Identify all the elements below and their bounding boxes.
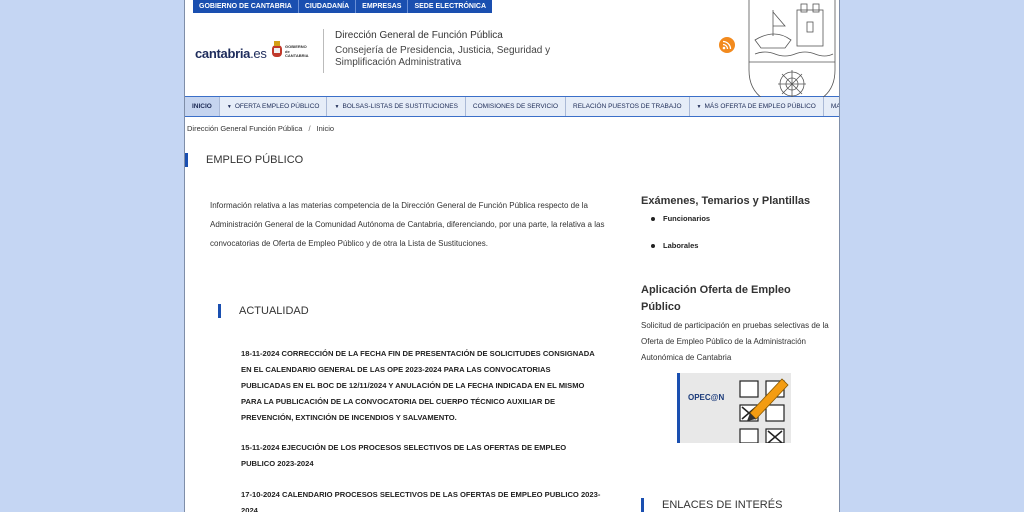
news-item[interactable]: 18-11-2024 CORRECCIÓN DE LA FECHA FIN DE… xyxy=(241,346,601,426)
nav-inicio[interactable]: INICIO xyxy=(185,97,220,116)
bullet-icon xyxy=(651,243,655,248)
breadcrumb-current: Inicio xyxy=(316,124,335,133)
nav-oferta-empleo[interactable]: ▼ OFERTA EMPLEO PÚBLICO xyxy=(220,97,328,116)
opecan-label: OPEC@N xyxy=(688,393,725,402)
header-subtitle: Consejería de Presidencia, Justicia, Seg… xyxy=(335,45,551,68)
opecan-banner[interactable]: OPEC@N xyxy=(677,373,791,443)
cantabria-logo[interactable]: cantabria.es xyxy=(195,46,267,61)
enlaces-heading: ENLACES DE INTERÉS xyxy=(641,498,782,512)
page-container: GOBIERNO DE CANTABRIA CIUDADANÍA EMPRESA… xyxy=(184,0,840,512)
topnav-gobierno[interactable]: GOBIERNO DE CANTABRIA xyxy=(193,0,299,13)
main-nav: INICIO ▼ OFERTA EMPLEO PÚBLICO ▼ BOLSAS-LI… xyxy=(185,97,839,117)
header-divider xyxy=(323,29,324,73)
caret-down-icon: ▼ xyxy=(334,103,340,110)
government-seal-icon xyxy=(272,41,282,57)
intro-text: Información relativa a las materias comp… xyxy=(210,201,605,248)
topnav-empresas[interactable]: EMPRESAS xyxy=(356,0,409,13)
exam-item-laborales[interactable]: Laborales xyxy=(651,239,710,252)
actualidad-heading: ACTUALIDAD xyxy=(218,304,309,318)
topnav-ciudadania[interactable]: CIUDADANÍA xyxy=(299,0,357,13)
nav-comisiones[interactable]: COMISIONES DE SERVICIO xyxy=(466,97,567,116)
nav-mas-oferta[interactable]: ▼ MÁS OFERTA DE EMPLEO PÚBLICO xyxy=(690,97,824,116)
nav-bolsas-listas[interactable]: ▼ BOLSAS-LISTAS DE SUSTITUCIONES xyxy=(327,97,466,116)
exam-item-funcionarios[interactable]: Funcionarios xyxy=(651,212,710,225)
app-description: Solicitud de participación en pruebas se… xyxy=(641,321,829,362)
page-title: EMPLEO PÚBLICO xyxy=(185,153,303,167)
nav-mapa-web[interactable]: MAPA WEB xyxy=(824,97,839,116)
caret-down-icon: ▼ xyxy=(696,103,702,110)
top-nav: GOBIERNO DE CANTABRIA CIUDADANÍA EMPRESA… xyxy=(193,0,493,13)
caret-down-icon: ▼ xyxy=(226,103,232,110)
exam-heading: Exámenes, Temarios y Plantillas xyxy=(641,195,811,207)
breadcrumb-separator: / xyxy=(308,124,311,133)
breadcrumb-parent[interactable]: Dirección General Función Pública xyxy=(187,124,302,133)
bullet-icon xyxy=(651,216,655,221)
news-item[interactable]: 17-10-2024 CALENDARIO PROCESOS SELECTIVO… xyxy=(241,487,601,512)
rss-icon[interactable] xyxy=(719,37,735,53)
news-item[interactable]: 15-11-2024 EJECUCIÓN DE LOS PROCESOS SEL… xyxy=(241,440,601,472)
site-header: cantabria.es GOBIERNO de CANTABRIA Direc… xyxy=(185,0,839,108)
topnav-sede[interactable]: SEDE ELECTRÓNICA xyxy=(408,0,492,13)
app-heading: Aplicación Oferta de Empleo Público xyxy=(641,284,791,313)
exam-list: Funcionarios Laborales xyxy=(651,212,710,266)
ballot-checkbox-icon xyxy=(739,378,789,443)
header-title[interactable]: Dirección General de Función Pública xyxy=(335,30,503,41)
breadcrumb: Dirección General Función Pública / Inicio xyxy=(187,124,334,133)
nav-relacion-puestos[interactable]: RELACIÓN PUESTOS DE TRABAJO xyxy=(566,97,690,116)
gobierno-label: GOBIERNO de CANTABRIA xyxy=(285,44,309,58)
crest-icon xyxy=(748,0,836,108)
